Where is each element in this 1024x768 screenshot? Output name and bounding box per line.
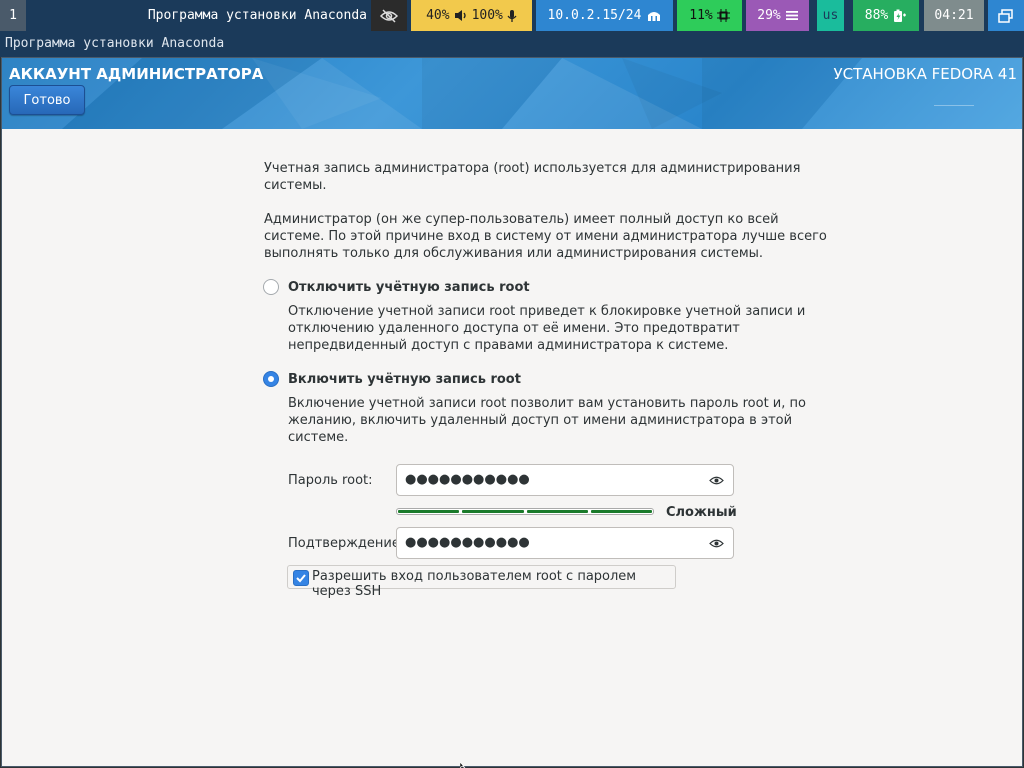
product-title: УСТАНОВКА FEDORA 41 [833, 65, 1018, 83]
ethernet-icon [648, 11, 661, 21]
strength-segment [526, 510, 588, 513]
enable-root-label[interactable]: Включить учётную запись root [288, 372, 521, 387]
cpu-icon [716, 9, 730, 22]
keyboard-layout-indicator [934, 105, 974, 106]
window-titlebar: Программа установки Anaconda [0, 31, 1024, 57]
strength-segment [462, 510, 524, 513]
memory-block[interactable]: 29% [746, 0, 809, 31]
volume-value: 40% [426, 8, 450, 23]
confirm-label: Подтверждение: [288, 536, 405, 551]
speaker-icon [454, 10, 466, 21]
windows-icon [998, 8, 1013, 23]
password-strength-label: Сложный [666, 505, 737, 520]
workspace-indicator[interactable]: 1 [0, 0, 26, 31]
enable-root-radio[interactable] [263, 371, 279, 387]
memory-value: 29% [757, 8, 781, 23]
show-password-icon[interactable] [709, 475, 724, 486]
ssh-login-checkbox[interactable] [293, 570, 309, 586]
confirm-password-field[interactable]: ●●●●●●●●●●● [396, 527, 734, 559]
memory-icon [785, 11, 798, 20]
disable-root-label[interactable]: Отключить учётную запись root [288, 280, 530, 295]
intro-text-2: Администратор (он же супер-пользователь)… [264, 212, 827, 261]
focused-window-title: Программа установки Anaconda [147, 8, 367, 23]
ssh-login-option[interactable]: Разрешить вход пользователем root с паро… [287, 565, 676, 599]
checkmark-icon [296, 574, 306, 583]
password-label: Пароль root: [288, 473, 373, 488]
spoke-title: АККАУНТ АДМИНИСТРАТОРА [9, 65, 264, 83]
network-block[interactable]: 10.0.2.15/24 [536, 0, 673, 31]
show-confirm-password-icon[interactable] [709, 538, 724, 549]
clock-time: 04:21 [934, 8, 974, 23]
password-field[interactable]: ●●●●●●●●●●● [396, 464, 734, 496]
keyboard-layout-block[interactable]: us [817, 0, 844, 31]
strength-segment [590, 510, 652, 513]
cpu-block[interactable]: 11% [677, 0, 742, 31]
done-button[interactable]: Готово [9, 85, 85, 115]
disable-root-description: Отключение учетной записи root приведет … [288, 304, 806, 353]
battery-block[interactable]: 88% [853, 0, 919, 31]
intro-text-1: Учетная запись администратора (root) исп… [264, 161, 801, 193]
microphone-icon [507, 9, 517, 22]
disable-root-radio[interactable] [263, 279, 279, 295]
workspace-number: 1 [9, 8, 17, 23]
battery-charging-icon [894, 9, 907, 22]
header-banner: АККАУНТ АДМИНИСТРАТОРА УСТАНОВКА FEDORA … [2, 58, 1022, 129]
ssh-login-label[interactable]: Разрешить вход пользователем root с паро… [312, 569, 675, 599]
cpu-value: 11% [689, 8, 713, 23]
eye-off-icon [380, 8, 398, 23]
enable-root-description: Включение учетной записи root позволит в… [288, 396, 806, 445]
status-bar: 1 Программа установки Anaconda 40% 100% … [0, 0, 1024, 31]
privacy-toggle[interactable] [371, 0, 407, 31]
strength-segment [398, 510, 460, 513]
password-strength-bar [396, 508, 654, 515]
network-address: 10.0.2.15/24 [547, 8, 642, 23]
window-switcher[interactable] [988, 0, 1024, 31]
confirm-password-value: ●●●●●●●●●●● [405, 535, 530, 550]
password-value: ●●●●●●●●●●● [405, 472, 530, 487]
mic-value: 100% [471, 8, 503, 23]
audio-block[interactable]: 40% 100% [411, 0, 532, 31]
window-title: Программа установки Anaconda [5, 36, 225, 51]
mouse-cursor [460, 762, 466, 768]
battery-value: 88% [864, 8, 889, 23]
clock-block[interactable]: 04:21 [924, 0, 984, 31]
